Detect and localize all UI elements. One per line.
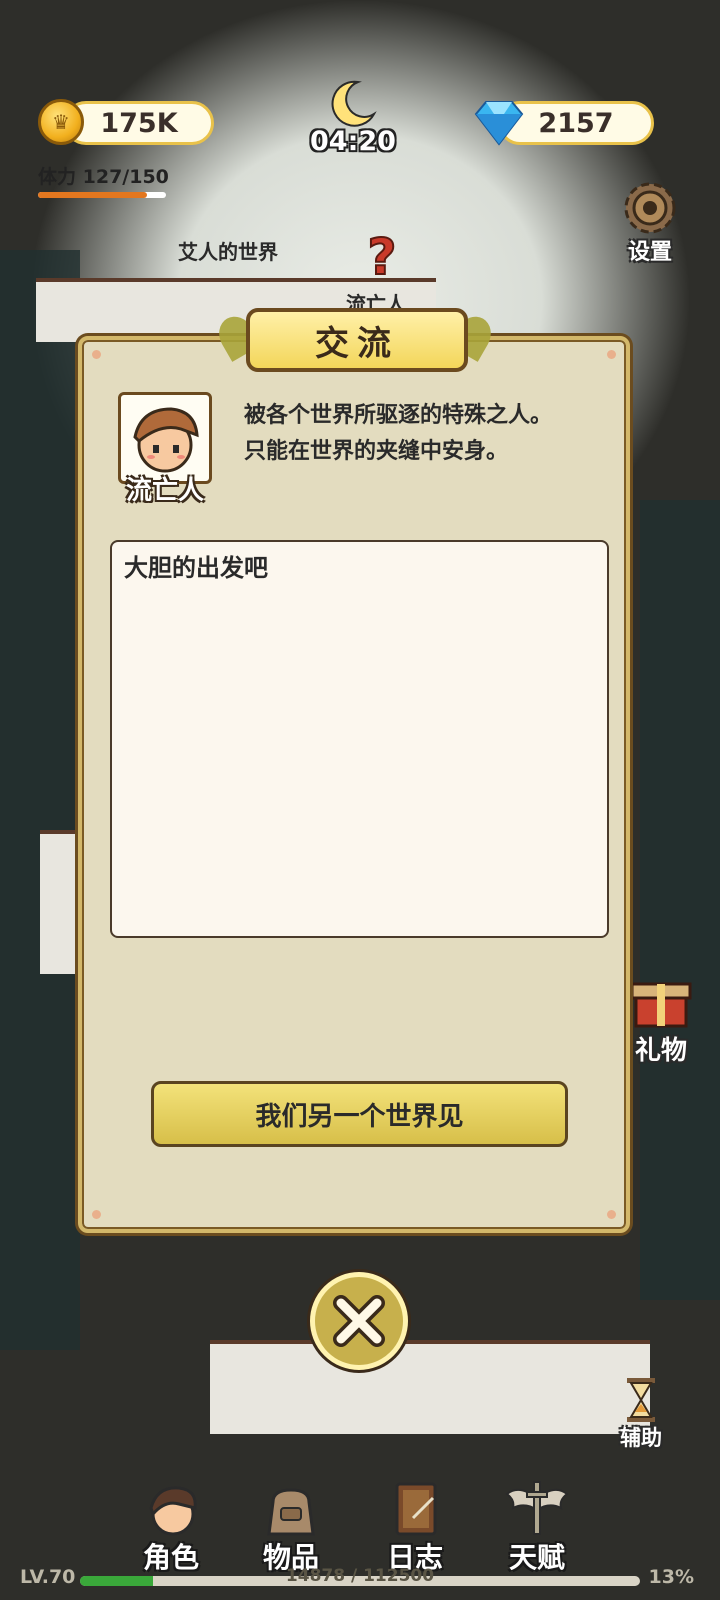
gift-icon bbox=[630, 982, 692, 1028]
xp-percent: 13% bbox=[648, 1566, 694, 1588]
assist-button[interactable]: 辅助 bbox=[606, 1376, 676, 1452]
gold-value: 175K bbox=[100, 107, 178, 139]
stamina-bar bbox=[38, 192, 166, 198]
xp-progress: 14878 / 112500 bbox=[285, 1566, 435, 1586]
panel-corner bbox=[92, 350, 101, 359]
message-box: 大胆的出发吧 bbox=[110, 540, 609, 938]
stamina-label: 体力 127/150 bbox=[38, 166, 169, 188]
reply-button[interactable]: 我们另一个世界见 bbox=[151, 1081, 568, 1147]
close-icon bbox=[333, 1295, 385, 1347]
settings-button[interactable]: 设置 bbox=[610, 176, 690, 266]
close-button[interactable] bbox=[310, 1272, 408, 1370]
question-mark-icon[interactable]: ? bbox=[362, 228, 402, 284]
hourglass-icon bbox=[627, 1378, 655, 1422]
coin-icon: ♛ bbox=[38, 99, 84, 145]
game-clock: 04:20 bbox=[310, 126, 396, 157]
stamina-fill bbox=[38, 192, 147, 198]
npc-name: 流亡人 bbox=[125, 476, 204, 506]
assist-label: 辅助 bbox=[620, 1426, 662, 1450]
bag-icon bbox=[267, 1488, 315, 1536]
npc-description: 被各个世界所驱逐的特殊之人。 只能在世界的夹缝中安身。 bbox=[244, 403, 553, 464]
gift-label: 礼物 bbox=[634, 1036, 687, 1066]
gear-icon bbox=[624, 182, 676, 234]
svg-text:?: ? bbox=[367, 228, 396, 284]
panel-corner bbox=[92, 1210, 101, 1219]
panel-corner bbox=[607, 350, 616, 359]
stamina-value: 127/150 bbox=[82, 166, 169, 188]
npc-avatar bbox=[133, 407, 199, 473]
xp-row: LV.70 14878 / 112500 13% bbox=[0, 1562, 720, 1600]
world-label[interactable]: 艾人的世界 bbox=[178, 236, 278, 265]
map-shadow-right bbox=[640, 500, 720, 1300]
character-icon bbox=[149, 1486, 197, 1536]
player-level: LV.70 bbox=[20, 1566, 76, 1588]
gold-counter: 175K bbox=[64, 101, 214, 145]
diamond-icon bbox=[474, 101, 524, 146]
moon-icon bbox=[331, 80, 377, 127]
panel-corner bbox=[607, 1210, 616, 1219]
map-shadow-left bbox=[0, 250, 80, 1350]
gift-button[interactable]: 礼物 bbox=[626, 972, 696, 1067]
gem-value: 2157 bbox=[538, 107, 614, 139]
message-text: 大胆的出发吧 bbox=[124, 554, 268, 582]
dialog-title: 交流 bbox=[246, 308, 468, 372]
journal-icon bbox=[395, 1482, 437, 1536]
talent-icon bbox=[505, 1481, 569, 1535]
map-tile bbox=[210, 1340, 650, 1434]
